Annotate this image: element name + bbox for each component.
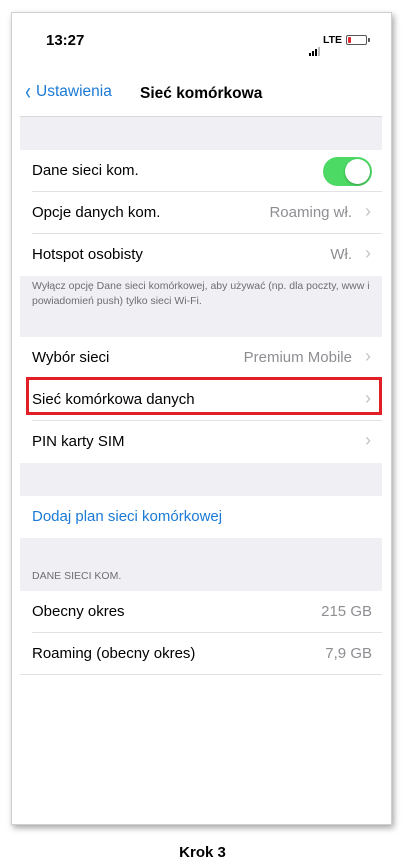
cellular-data-note: Wyłącz opcję Dane sieci komórkowej, aby … xyxy=(32,280,370,307)
row-label: Dane sieci kom. xyxy=(32,162,139,179)
phone-screenshot-frame: 13:27 LTE ‹ Ustawienia Sieć komórkowa Da… xyxy=(11,12,392,825)
row-current-period: Obecny okres 215 GB xyxy=(20,591,382,633)
section-spacer xyxy=(20,117,382,150)
row-value: Wł. xyxy=(330,246,352,263)
row-label: Hotspot osobisty xyxy=(32,246,143,263)
row-label: Roaming (obecny okres) xyxy=(32,645,196,662)
row-roaming-current-period: Roaming (obecny okres) 7,9 GB xyxy=(20,633,382,675)
row-label: Wybór sieci xyxy=(32,349,110,366)
page-title: Sieć komórkowa xyxy=(140,85,263,102)
section-spacer xyxy=(20,463,382,496)
nav-bar: ‹ Ustawienia Sieć komórkowa xyxy=(20,64,382,117)
add-plan-link[interactable]: Dodaj plan sieci komórkowej xyxy=(32,508,222,525)
row-value: Premium Mobile xyxy=(243,349,352,366)
row-network-selection[interactable]: Wybór sieci Premium Mobile › xyxy=(20,337,382,379)
cellular-data-toggle[interactable] xyxy=(323,157,372,186)
battery-icon xyxy=(346,35,370,45)
row-personal-hotspot[interactable]: Hotspot osobisty Wł. › xyxy=(20,234,382,276)
row-label: PIN karty SIM xyxy=(32,433,125,450)
highlight-box xyxy=(26,377,382,415)
phone-screen: 13:27 LTE ‹ Ustawienia Sieć komórkowa Da… xyxy=(20,14,382,822)
row-label: Obecny okres xyxy=(32,603,125,620)
chevron-right-icon: › xyxy=(365,346,371,366)
signal-icon xyxy=(309,38,321,56)
row-value: Roaming wł. xyxy=(269,204,352,221)
usage-section-header: DANE SIECI KOM. xyxy=(20,538,382,591)
chevron-right-icon: › xyxy=(365,430,371,450)
row-add-plan[interactable]: Dodaj plan sieci komórkowej xyxy=(20,496,382,538)
chevron-right-icon: › xyxy=(365,201,371,221)
network-type: LTE xyxy=(323,34,343,46)
status-bar: 13:27 LTE xyxy=(20,14,382,64)
step-caption: Krok 3 xyxy=(179,844,226,861)
row-cellular-data: Dane sieci kom. xyxy=(20,150,382,192)
row-label: Opcje danych kom. xyxy=(32,204,161,221)
status-time: 13:27 xyxy=(46,32,85,49)
row-value: 215 GB xyxy=(321,603,372,620)
back-label: Ustawienia xyxy=(36,83,112,100)
chevron-right-icon: › xyxy=(365,243,371,263)
section-header: DANE SIECI KOM. xyxy=(32,570,122,582)
note-section: Wyłącz opcję Dane sieci komórkowej, aby … xyxy=(20,276,382,337)
row-data-options[interactable]: Opcje danych kom. Roaming wł. › xyxy=(20,192,382,234)
chevron-left-icon: ‹ xyxy=(25,78,31,105)
back-button[interactable]: ‹ Ustawienia xyxy=(24,78,112,105)
row-sim-pin[interactable]: PIN karty SIM › xyxy=(20,421,382,463)
row-value: 7,9 GB xyxy=(325,645,372,662)
